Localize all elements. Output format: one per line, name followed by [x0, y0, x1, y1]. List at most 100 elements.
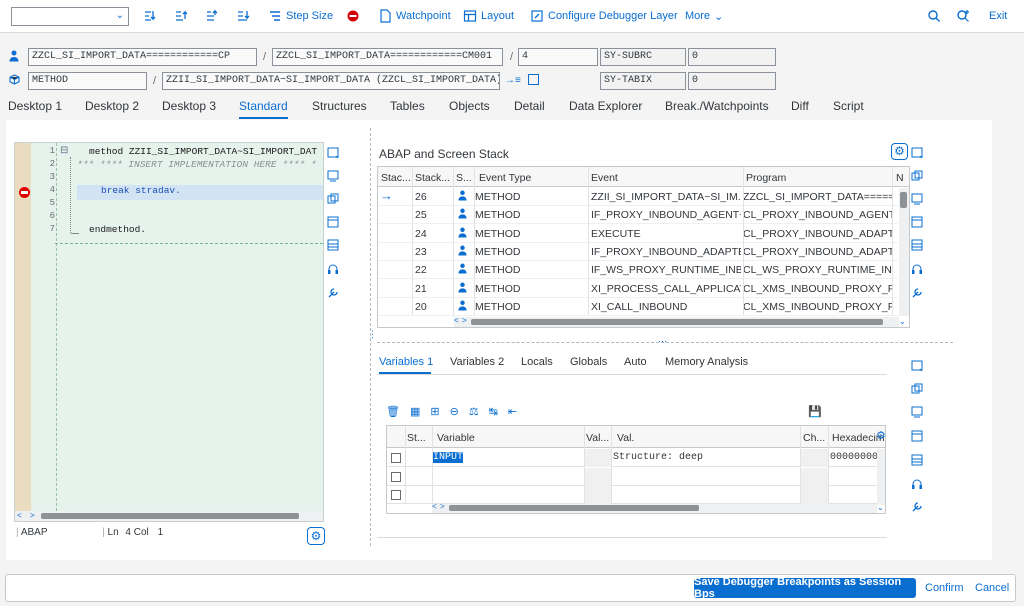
- balance-icon[interactable]: ⚖: [469, 405, 479, 418]
- variables-column-header[interactable]: St...: [407, 432, 426, 444]
- collapse-icon[interactable]: ⊟: [60, 145, 72, 157]
- list-arrow-icon[interactable]: →≡: [505, 75, 521, 86]
- variable-row[interactable]: [387, 467, 877, 486]
- subtab-auto[interactable]: Auto: [624, 356, 647, 368]
- tab-tables[interactable]: Tables: [390, 99, 425, 113]
- sysvar2-value-field[interactable]: 0: [688, 72, 776, 90]
- subtab-globals[interactable]: Globals: [570, 356, 607, 368]
- tab-desktop-3[interactable]: Desktop 3: [162, 99, 216, 113]
- new-tool-icon[interactable]: [327, 147, 339, 159]
- stack-row[interactable]: 20 METHOD XI_CALL_INBOUND CL_XMS_INBOUND_PR…: [378, 298, 898, 316]
- configure-layer-button[interactable]: Configure Debugger Layer: [530, 7, 678, 25]
- minus-circle-icon[interactable]: ⊖: [450, 405, 459, 418]
- grid-icon[interactable]: ▦: [410, 405, 420, 418]
- scroll-thumb[interactable]: [449, 505, 699, 511]
- stack-column-header[interactable]: Event Type: [479, 172, 531, 184]
- copy-tool-icon[interactable]: [911, 383, 923, 395]
- tab-objects[interactable]: Objects: [449, 99, 490, 113]
- headset-icon[interactable]: [911, 478, 923, 490]
- program-field[interactable]: ZZCL_SI_IMPORT_DATA============CP: [28, 48, 257, 66]
- chevron-down-icon[interactable]: ⌄: [877, 503, 884, 512]
- stack-column-header[interactable]: S...: [456, 172, 472, 184]
- sysvar2-name-field[interactable]: SY-TABIX: [600, 72, 686, 90]
- variables-vscrollbar[interactable]: [877, 449, 885, 505]
- scroll-thumb[interactable]: [41, 513, 299, 519]
- tab-script[interactable]: Script: [833, 99, 864, 113]
- session-select[interactable]: ⌄: [11, 7, 129, 26]
- splitter-handle[interactable]: ⋯: [658, 336, 667, 347]
- maximize-tool-icon[interactable]: [911, 430, 923, 442]
- execute-button[interactable]: [174, 7, 188, 25]
- scroll-right-icon[interactable]: >: [462, 316, 467, 325]
- subtab-memory-analysis[interactable]: Memory Analysis: [665, 356, 748, 368]
- single-step-button[interactable]: [143, 7, 157, 25]
- copy-tool-icon[interactable]: [911, 170, 923, 182]
- search-next-button[interactable]: [956, 7, 970, 25]
- expand-icon[interactable]: ↹: [489, 405, 498, 418]
- save-icon[interactable]: 💾: [808, 405, 822, 418]
- save-session-bps-button[interactable]: Save Debugger Breakpoints as Session Bps: [694, 576, 916, 600]
- stack-row[interactable]: 25 METHOD IF_PROXY_INBOUND_AGENT~... CL_PRO…: [378, 206, 898, 225]
- tab-structures[interactable]: Structures: [312, 99, 367, 113]
- source-editor[interactable]: ⊟ 1 method ZZII_SI_IMPORT_DATA~SI_IMPORT_…: [14, 142, 324, 522]
- variables-column-header[interactable]: Variable: [437, 432, 475, 444]
- breakpoint-button[interactable]: [346, 7, 360, 25]
- replace-tool-icon[interactable]: [327, 170, 339, 182]
- variable-row[interactable]: INPUT Structure: deep 00000000: [387, 449, 877, 467]
- confirm-button[interactable]: Confirm: [925, 582, 964, 594]
- row-checkbox[interactable]: [391, 453, 401, 463]
- maximize-tool-icon[interactable]: [327, 216, 339, 228]
- row-checkbox[interactable]: [391, 490, 401, 500]
- info-icon[interactable]: [528, 74, 539, 85]
- tab-desktop-1[interactable]: Desktop 1: [8, 99, 62, 113]
- variables-column-header[interactable]: Ch...: [803, 432, 825, 444]
- tab-detail[interactable]: Detail: [514, 99, 545, 113]
- import-icon[interactable]: ⇤: [508, 405, 517, 418]
- tab-desktop-2[interactable]: Desktop 2: [85, 99, 139, 113]
- stack-column-header[interactable]: Stac...: [381, 172, 411, 184]
- new-tool-icon[interactable]: [911, 360, 923, 372]
- editor-settings-icon[interactable]: ⚙: [307, 527, 325, 545]
- delete-icon[interactable]: 🗑: [386, 405, 400, 418]
- variable-row[interactable]: [387, 486, 877, 504]
- window-tool-icon[interactable]: [911, 454, 923, 466]
- variables-column-header[interactable]: Val...: [586, 432, 609, 444]
- breakpoint-gutter[interactable]: [15, 143, 31, 521]
- scroll-right-icon[interactable]: >: [440, 502, 445, 511]
- stack-row[interactable]: 23 METHOD IF_PROXY_INBOUND_ADAPTE... CL_PRO…: [378, 243, 898, 261]
- scroll-right-icon[interactable]: >: [30, 511, 35, 520]
- search-button[interactable]: [927, 7, 941, 25]
- subtab-variables-1[interactable]: Variables 1: [379, 356, 433, 368]
- stack-column-header[interactable]: N: [896, 172, 904, 184]
- tiles-icon[interactable]: ⊞: [430, 405, 439, 418]
- headset-icon[interactable]: [911, 263, 923, 275]
- layout-button[interactable]: Layout: [463, 7, 514, 25]
- method-name-field[interactable]: ZZII_SI_IMPORT_DATA~SI_IMPORT_DATA (ZZCL…: [162, 72, 500, 90]
- include-field[interactable]: ZZCL_SI_IMPORT_DATA============CM001: [272, 48, 503, 66]
- line-field[interactable]: 4: [518, 48, 598, 66]
- return-button[interactable]: [205, 7, 219, 25]
- row-checkbox[interactable]: [391, 471, 401, 482]
- subtab-variables-2[interactable]: Variables 2: [450, 356, 504, 368]
- stack-row[interactable]: 21 METHOD XI_PROCESS_CALL_APPLICAT... CL_XM…: [378, 280, 898, 298]
- stack-column-header[interactable]: Event: [591, 172, 618, 184]
- stack-vscrollbar[interactable]: [899, 188, 909, 316]
- scroll-thumb[interactable]: [900, 192, 907, 208]
- more-button[interactable]: More ⌄: [685, 7, 723, 25]
- tab-standard[interactable]: Standard: [239, 99, 288, 113]
- splitter-handle[interactable]: ⋮: [368, 330, 377, 346]
- table-settings-icon[interactable]: ⚙: [876, 429, 886, 442]
- variables-hscrollbar[interactable]: < >: [432, 502, 877, 513]
- stack-row[interactable]: 24 METHOD EXECUTE CL_PROXY_INBOUND_ADAPT...: [378, 225, 898, 243]
- new-tool-icon[interactable]: [911, 147, 923, 159]
- tab-diff[interactable]: Diff: [791, 99, 809, 113]
- tab-break-watchpoints[interactable]: Break./Watchpoints: [665, 99, 769, 113]
- editor-hscrollbar[interactable]: < >: [15, 511, 323, 521]
- scroll-left-icon[interactable]: <: [17, 511, 22, 520]
- maximize-tool-icon[interactable]: [911, 216, 923, 228]
- step-size-button[interactable]: Step Size: [268, 7, 333, 25]
- replace-tool-icon[interactable]: [911, 406, 923, 418]
- stack-row[interactable]: 22 METHOD IF_WS_PROXY_RUNTIME_INB... CL_WS_…: [378, 261, 898, 280]
- stack-row[interactable]: → 26 METHOD ZZII_SI_IMPORT_DATA~SI_IM... ZZC…: [378, 188, 898, 206]
- wrench-icon[interactable]: [911, 501, 923, 513]
